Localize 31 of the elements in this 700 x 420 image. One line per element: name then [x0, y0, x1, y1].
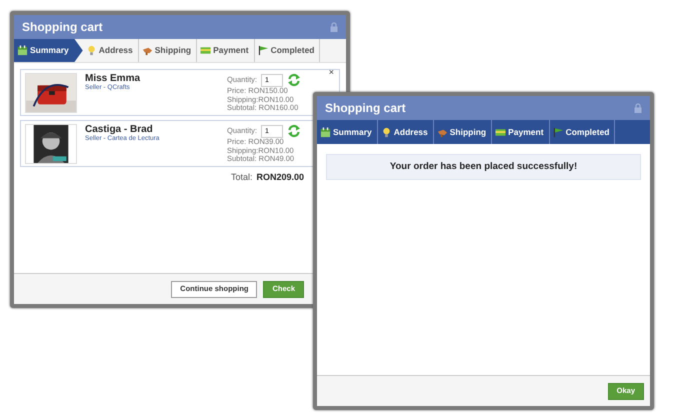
- step-tab[interactable]: Payment: [197, 39, 255, 62]
- lock-icon: [330, 22, 338, 32]
- step-tab[interactable]: Shipping: [434, 120, 492, 144]
- hand-icon: [142, 45, 153, 56]
- flag-icon: [258, 45, 269, 56]
- lock-icon: [634, 103, 642, 113]
- lightbulb-icon: [86, 45, 97, 56]
- refresh-icon[interactable]: [287, 73, 301, 87]
- step-tab[interactable]: Address: [378, 120, 434, 144]
- product-name: Miss Emma: [85, 73, 140, 84]
- window-title: Shopping cart: [325, 100, 406, 117]
- step-tab[interactable]: Completed: [254, 39, 320, 62]
- credit-card-icon: [200, 45, 212, 56]
- step-tab[interactable]: Address: [82, 39, 139, 62]
- product-name: Castiga - Brad: [85, 124, 154, 135]
- total-value: RON209.00: [256, 171, 304, 184]
- credit-card-icon: [495, 126, 506, 138]
- window-title: Shopping cart: [22, 19, 103, 36]
- calendar-icon: [17, 45, 28, 56]
- refresh-icon[interactable]: [287, 124, 301, 138]
- total-label: Total:: [230, 171, 252, 184]
- flag-icon: [552, 126, 564, 138]
- step-tab[interactable]: Summary: [317, 120, 378, 144]
- step-tab[interactable]: Shipping: [138, 39, 198, 62]
- close-button[interactable]: ×: [328, 68, 334, 77]
- success-message: Your order has been placed successfully!: [326, 154, 641, 180]
- step-tab[interactable]: Payment: [492, 120, 550, 144]
- calendar-icon: [320, 126, 331, 138]
- lightbulb-icon: [380, 126, 392, 138]
- step-tab[interactable]: Summary: [14, 39, 83, 62]
- step-tab[interactable]: Completed: [550, 120, 616, 144]
